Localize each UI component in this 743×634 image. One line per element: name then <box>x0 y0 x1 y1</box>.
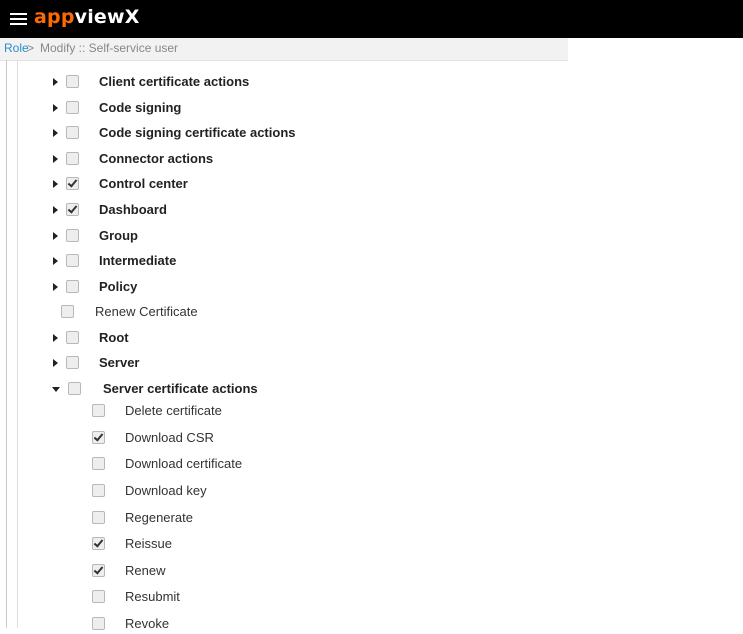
tree-item-label: Reissue <box>125 536 172 551</box>
tree-item-label: Client certificate actions <box>99 74 250 89</box>
checkbox[interactable] <box>66 177 79 190</box>
checkbox[interactable] <box>66 229 79 242</box>
tree-child-item[interactable]: Download key <box>0 481 560 501</box>
tree-child-item[interactable]: Delete certificate <box>0 401 560 421</box>
breadcrumb-role-link[interactable]: Role <box>4 41 29 55</box>
tree-item-label: Dashboard <box>99 202 167 217</box>
checkbox[interactable] <box>66 203 79 216</box>
checkbox[interactable] <box>61 305 74 318</box>
tree-child-item[interactable]: Download certificate <box>0 454 560 474</box>
checkbox[interactable] <box>92 431 105 444</box>
checkbox[interactable] <box>92 404 105 417</box>
tree-item-label: Renew <box>125 563 166 578</box>
tree-item-label: Root <box>99 330 129 345</box>
caret-right-icon[interactable] <box>53 206 58 214</box>
tree-item-label: Download key <box>125 483 207 498</box>
tree-item-label: Server certificate actions <box>103 381 258 396</box>
top-navbar: appviewX <box>0 0 743 38</box>
checkbox[interactable] <box>92 590 105 603</box>
caret-right-icon[interactable] <box>53 104 58 112</box>
checkbox[interactable] <box>66 254 79 267</box>
caret-down-icon[interactable] <box>52 387 60 392</box>
checkbox[interactable] <box>92 511 105 524</box>
tree-item-label: Connector actions <box>99 151 214 166</box>
tree-child-item[interactable]: Regenerate <box>0 508 560 528</box>
tree-item[interactable]: Dashboard <box>0 200 560 220</box>
tree-item-label: Download CSR <box>125 430 214 445</box>
tree-item-label: Regenerate <box>125 510 193 525</box>
tree-item-label: Resubmit <box>125 589 180 604</box>
tree-item-label: Group <box>99 228 138 243</box>
tree-child-item[interactable]: Download CSR <box>0 428 560 448</box>
checkbox[interactable] <box>66 280 79 293</box>
tree-item-label: Intermediate <box>99 253 177 268</box>
tree-item[interactable]: Policy <box>0 277 560 297</box>
checkbox[interactable] <box>66 356 79 369</box>
caret-right-icon[interactable] <box>53 334 58 342</box>
caret-right-icon[interactable] <box>53 78 58 86</box>
checkbox[interactable] <box>68 382 81 395</box>
tree-item[interactable]: Group <box>0 226 560 246</box>
tree-item[interactable]: Connector actions <box>0 149 560 169</box>
checkbox[interactable] <box>66 75 79 88</box>
checkbox[interactable] <box>92 537 105 550</box>
caret-right-icon[interactable] <box>53 180 58 188</box>
caret-right-icon[interactable] <box>53 232 58 240</box>
tree-item-label: Policy <box>99 279 138 294</box>
tree-item[interactable]: Renew Certificate <box>0 302 560 322</box>
caret-right-icon[interactable] <box>53 283 58 291</box>
tree-item-label: Renew Certificate <box>95 304 198 319</box>
caret-right-icon[interactable] <box>53 359 58 367</box>
tree-child-item[interactable]: Revoke <box>0 614 560 634</box>
checkbox[interactable] <box>92 484 105 497</box>
tree-item[interactable]: Server certificate actions <box>0 379 560 399</box>
tree-item[interactable]: Control center <box>0 174 560 194</box>
breadcrumb: Role > Modify :: Self-service user <box>0 38 568 61</box>
tree-item[interactable]: Code signing <box>0 98 560 118</box>
checkbox[interactable] <box>66 152 79 165</box>
checkbox[interactable] <box>92 617 105 630</box>
tree-child-item[interactable]: Resubmit <box>0 587 560 607</box>
breadcrumb-separator: > <box>27 41 35 55</box>
tree-item-label: Control center <box>99 176 188 191</box>
caret-right-icon[interactable] <box>53 129 58 137</box>
tree-item-label: Code signing certificate actions <box>99 125 296 140</box>
tree-item[interactable]: Root <box>0 328 560 348</box>
app-logo[interactable]: appviewX <box>34 6 140 28</box>
checkbox[interactable] <box>66 331 79 344</box>
breadcrumb-current: Modify :: Self-service user <box>40 41 179 55</box>
tree-item[interactable]: Intermediate <box>0 251 560 271</box>
checkbox[interactable] <box>92 457 105 470</box>
tree-item-label: Code signing <box>99 100 182 115</box>
tree-item-label: Delete certificate <box>125 403 222 418</box>
tree-item-label: Download certificate <box>125 456 243 471</box>
menu-icon[interactable] <box>10 13 27 25</box>
tree-item-label: Revoke <box>125 616 170 631</box>
tree-item[interactable]: Server <box>0 353 560 373</box>
caret-right-icon[interactable] <box>53 155 58 163</box>
tree-child-item[interactable]: Reissue <box>0 534 560 554</box>
caret-right-icon[interactable] <box>53 257 58 265</box>
tree-item[interactable]: Code signing certificate actions <box>0 123 560 143</box>
checkbox[interactable] <box>92 564 105 577</box>
tree-child-item[interactable]: Renew <box>0 561 560 581</box>
tree-item-label: Server <box>99 355 140 370</box>
checkbox[interactable] <box>66 101 79 114</box>
checkbox[interactable] <box>66 126 79 139</box>
tree-item[interactable]: Client certificate actions <box>0 72 560 92</box>
